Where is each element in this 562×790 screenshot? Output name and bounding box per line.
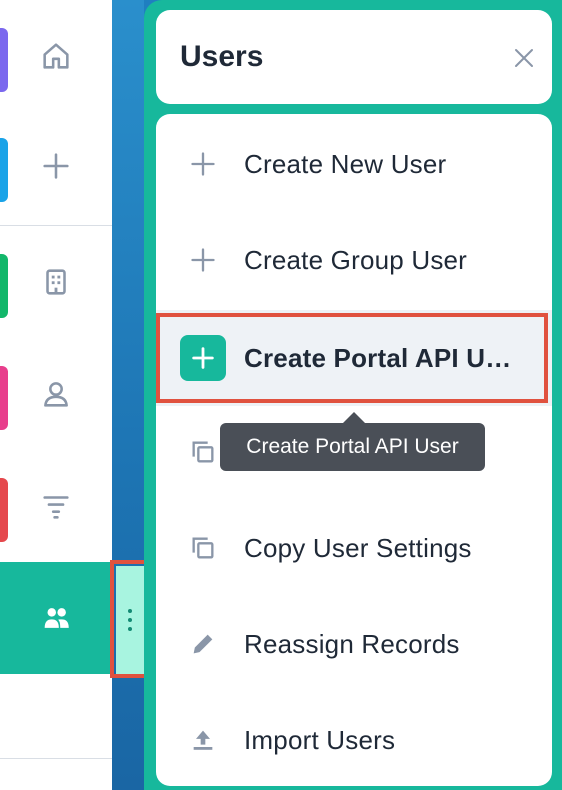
menu-item-label: Copy User Settings: [244, 532, 472, 563]
menu-item-label: Create New User: [244, 148, 447, 179]
person-icon: [44, 382, 68, 407]
menu-item-create-portal-api-user[interactable]: Create Portal API User: [156, 310, 552, 406]
rail-accent: [0, 28, 8, 92]
rail-accent: [0, 254, 8, 318]
rail-item-filters[interactable]: [0, 456, 112, 556]
home-icon: [43, 43, 69, 69]
panel-title: Users: [180, 40, 264, 73]
panel-header: Users: [156, 10, 552, 104]
menu-item-label: Create Group User: [244, 244, 468, 275]
menu-item-label: Create Portal API User: [244, 342, 524, 373]
plus-icon: [180, 141, 226, 187]
menu-item-reassign-records[interactable]: Reassign Records: [156, 596, 552, 692]
building-icon: [46, 269, 66, 295]
rail-accent: [0, 138, 8, 202]
menu-item-label: Reassign Records: [244, 628, 460, 659]
upload-icon: [180, 717, 226, 763]
menu-item-import-users[interactable]: Import Users: [156, 692, 552, 788]
close-icon[interactable]: [512, 46, 536, 70]
pencil-icon: [180, 621, 226, 667]
menu-item-create-group-user[interactable]: Create Group User: [156, 212, 552, 308]
rail-accent: [0, 366, 8, 430]
rail-item-home[interactable]: [0, 6, 112, 106]
filter-icon: [43, 496, 69, 519]
menu-item-copy-user-settings[interactable]: Copy User Settings: [156, 500, 552, 596]
rail-item-contacts[interactable]: [0, 344, 112, 444]
plus-icon: [180, 335, 226, 381]
kebab-icon: [128, 609, 132, 631]
rail-item-create[interactable]: [0, 116, 112, 216]
rail-item-accounts[interactable]: [0, 232, 112, 332]
plus-icon: [180, 237, 226, 283]
rail-accent: [0, 478, 8, 542]
rail-divider: [0, 225, 112, 226]
plus-icon: [43, 153, 69, 179]
menu-item-label: Import Users: [244, 724, 396, 755]
rail-divider: [0, 758, 112, 759]
users-panel: Users Create New User Create Group User …: [144, 0, 562, 790]
tooltip-arrow: [343, 412, 365, 423]
menu-item-create-new-user[interactable]: Create New User: [156, 116, 552, 212]
rail-item-users[interactable]: [0, 562, 112, 674]
more-options-button[interactable]: [116, 566, 144, 674]
navigation-rail: [0, 0, 113, 790]
copy-icon: [180, 525, 226, 571]
tooltip: Create Portal API User: [220, 423, 485, 471]
users-icon: [44, 608, 69, 628]
